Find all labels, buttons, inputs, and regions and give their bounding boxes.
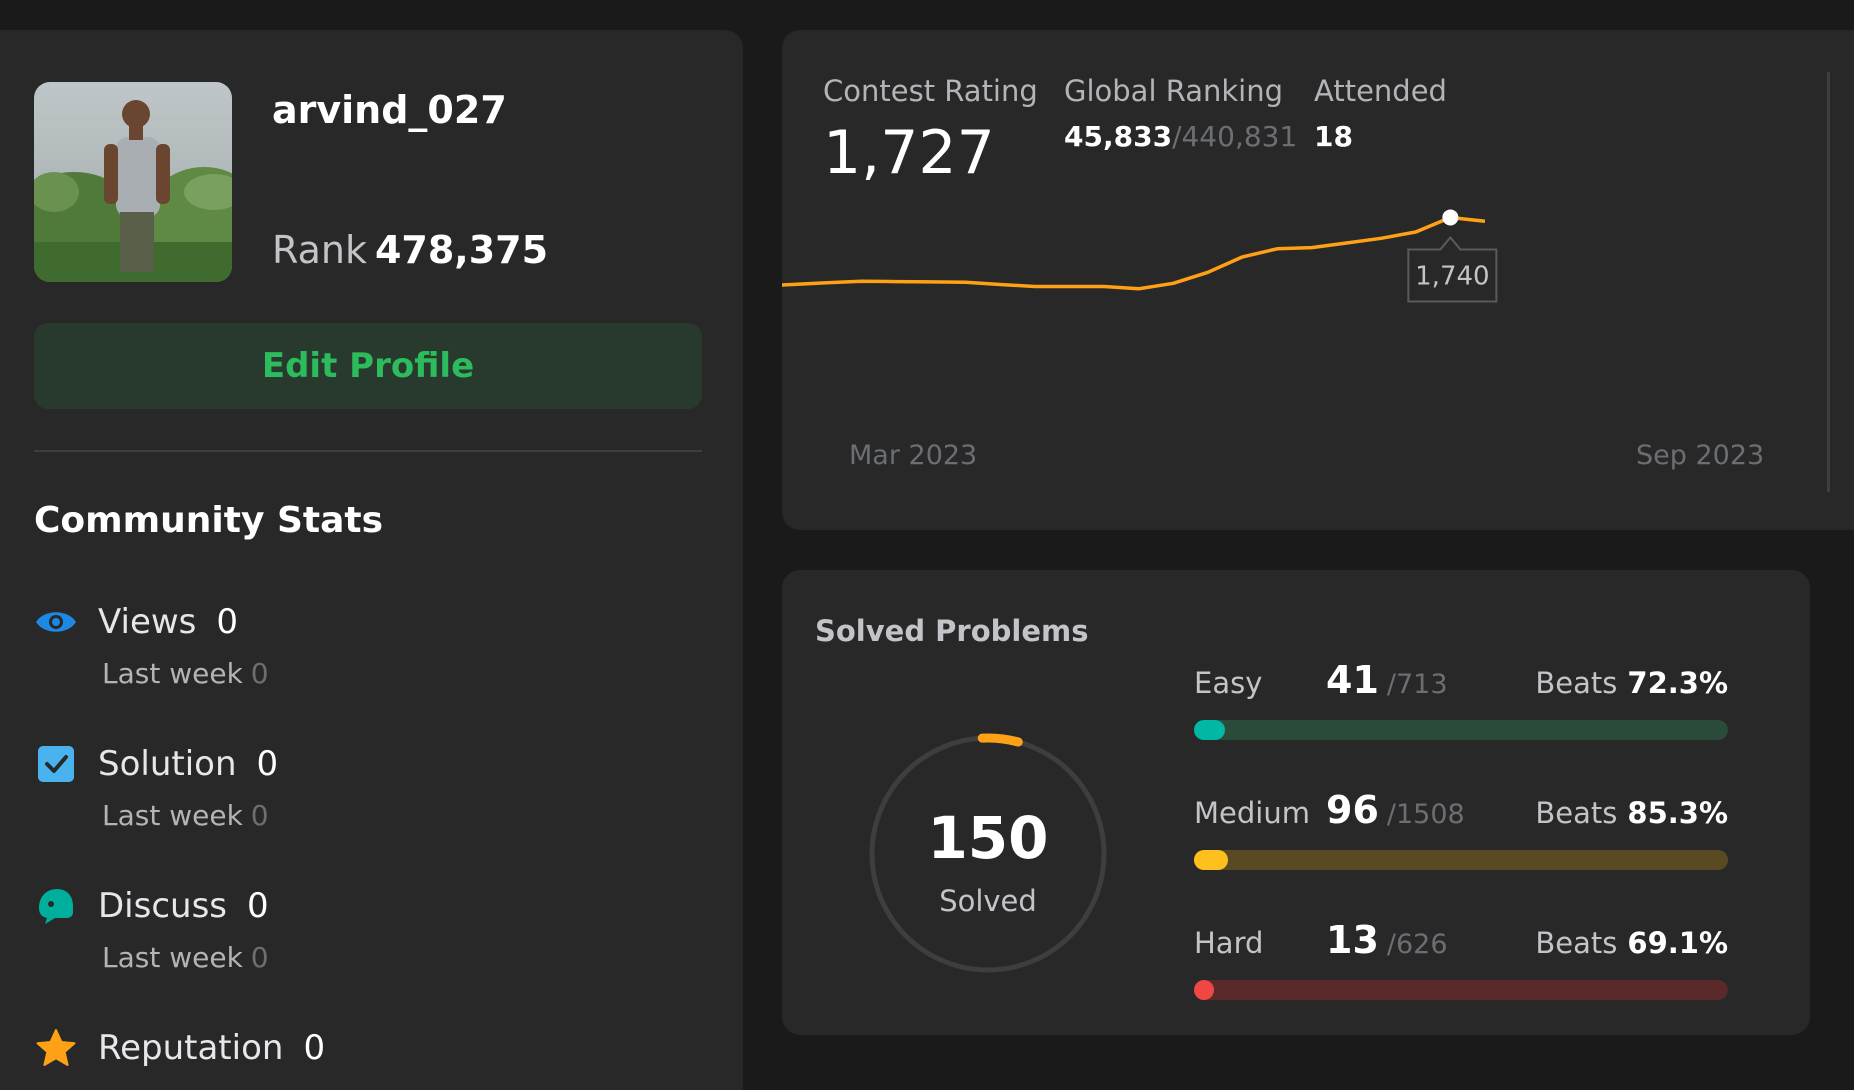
stat-value: 0 xyxy=(216,602,239,642)
beats-label: Beats xyxy=(1535,926,1618,960)
beats-percent: 72.3% xyxy=(1627,666,1728,700)
difficulty-name: Hard xyxy=(1194,926,1264,960)
difficulty-solved-count: 41 xyxy=(1326,658,1379,702)
username: arvind_027 xyxy=(272,88,507,132)
rank-label: Rank xyxy=(272,228,367,272)
last-week-label: Last week xyxy=(102,657,243,690)
difficulty-progress-fill xyxy=(1194,720,1225,740)
difficulty-total: /1508 xyxy=(1386,799,1465,830)
stat-name: Views xyxy=(98,602,197,642)
difficulty-total: /626 xyxy=(1386,929,1448,960)
last-week-value: 0 xyxy=(250,657,269,690)
difficulty-total: /713 xyxy=(1386,669,1448,700)
highlighted-point[interactable] xyxy=(1442,209,1459,226)
last-week: Last week 0 xyxy=(102,941,269,974)
solved-total: 150 xyxy=(927,804,1049,872)
stat-value: 0 xyxy=(303,1028,326,1068)
beats-percent: 69.1% xyxy=(1627,926,1728,960)
difficulty-name: Medium xyxy=(1194,796,1310,830)
last-week: Last week 0 xyxy=(102,799,278,832)
rank-value: 478,375 xyxy=(374,228,549,272)
stat-value: 0 xyxy=(256,744,279,784)
difficulty-progress-bar xyxy=(1194,980,1728,1000)
tooltip-value: 1,740 xyxy=(1415,261,1489,291)
stat-name: Discuss xyxy=(98,886,228,926)
difficulty-solved: 41/713 xyxy=(1326,658,1448,702)
difficulty-beats: Beats 85.3% xyxy=(1535,796,1728,830)
beats-percent: 85.3% xyxy=(1627,796,1728,830)
scrollbar[interactable] xyxy=(1827,72,1830,492)
difficulty-progress-bar xyxy=(1194,720,1728,740)
difficulty-beats: Beats 69.1% xyxy=(1535,926,1728,960)
solved-problems-title: Solved Problems xyxy=(815,614,1089,648)
stat-value: 0 xyxy=(247,886,269,926)
difficulty-progress-fill xyxy=(1194,980,1214,1000)
difficulty-progress-fill xyxy=(1194,850,1229,870)
solved-label: Solved xyxy=(939,884,1037,918)
last-week: Last week 0 xyxy=(102,657,269,690)
difficulty-solved: 96/1508 xyxy=(1326,788,1465,832)
stat-discuss: Discuss 0 Last week 0 xyxy=(34,881,269,974)
stat-reputation: Reputation 0 xyxy=(34,1023,325,1073)
difficulty-progress-bar xyxy=(1194,850,1728,870)
rating-tooltip: 1,740 xyxy=(1407,235,1498,303)
difficulty-solved-count: 96 xyxy=(1326,788,1379,832)
chat-bubble-icon xyxy=(34,884,78,928)
x-axis-end-label: Sep 2023 xyxy=(1636,440,1765,471)
rank-display: Rank 478,375 xyxy=(272,228,548,272)
last-week-value: 0 xyxy=(250,941,269,974)
community-stats-title: Community Stats xyxy=(34,500,384,541)
stat-name: Solution xyxy=(98,744,237,784)
beats-label: Beats xyxy=(1535,666,1618,700)
difficulty-solved: 13/626 xyxy=(1326,918,1448,962)
last-week-label: Last week xyxy=(102,799,243,832)
avatar[interactable] xyxy=(34,82,232,282)
stat-solution: Solution 0 Last week 0 xyxy=(34,739,278,832)
rating-line xyxy=(782,215,1486,291)
divider xyxy=(34,450,702,452)
eye-icon xyxy=(34,600,78,644)
ring-progress-arc xyxy=(977,733,1023,747)
stat-views: Views 0 Last week 0 xyxy=(34,597,269,690)
x-axis-start-label: Mar 2023 xyxy=(849,440,978,471)
beats-label: Beats xyxy=(1535,796,1618,830)
edit-profile-button[interactable]: Edit Profile xyxy=(34,323,702,409)
star-icon xyxy=(34,1026,78,1070)
check-square-icon xyxy=(34,742,78,786)
last-week-value: 0 xyxy=(250,799,269,832)
stat-name: Reputation xyxy=(98,1028,284,1068)
last-week-label: Last week xyxy=(102,941,243,974)
difficulty-name: Easy xyxy=(1194,666,1263,700)
difficulty-beats: Beats 72.3% xyxy=(1535,666,1728,700)
difficulty-solved-count: 13 xyxy=(1326,918,1379,962)
